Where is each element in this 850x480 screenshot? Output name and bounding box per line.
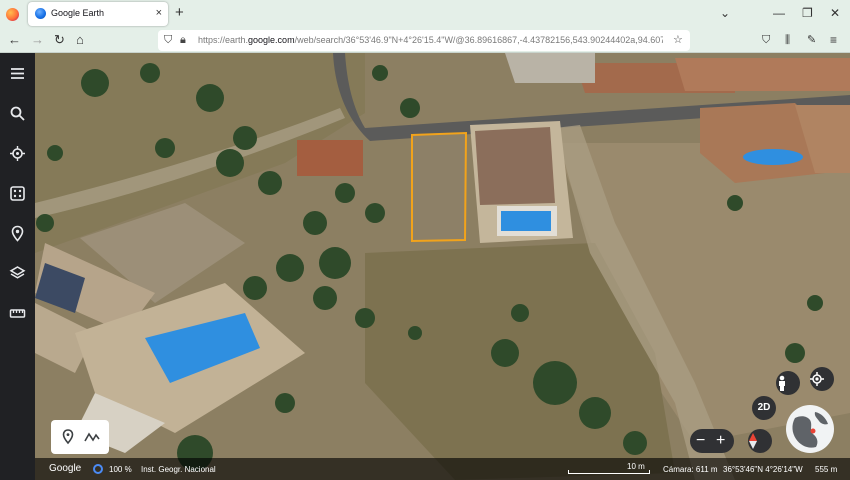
navigation-toolbar: ← → ↻ ⌂ ⛉ 🔒︎ https://earth.google.com/we… (0, 28, 850, 53)
pegman-icon[interactable] (776, 371, 800, 395)
url-text[interactable]: https://earth.google.com/web/search/36°5… (198, 35, 663, 45)
menu-icon[interactable] (9, 65, 26, 82)
my-location-icon[interactable] (810, 367, 834, 391)
tab-close-button[interactable]: × (156, 6, 162, 20)
path-icon[interactable] (84, 431, 100, 443)
bookmark-star-icon[interactable]: ☆ (673, 33, 683, 47)
map-tools-panel (51, 420, 109, 454)
feeling-lucky-icon[interactable] (9, 185, 26, 202)
compass-icon[interactable] (748, 429, 772, 453)
library-icon[interactable]: ⫼ (785, 32, 790, 48)
address-bar[interactable]: ⛉ 🔒︎ https://earth.google.com/web/search… (158, 30, 690, 51)
cursor-coordinates: 36°53'46"N 4°26'14"W (723, 465, 803, 474)
earth-sidebar (0, 53, 35, 480)
app-menu-icon[interactable]: ≡ (830, 32, 837, 48)
ground-altitude: 555 m (815, 465, 838, 474)
close-window-button[interactable]: ✕ (830, 5, 840, 21)
search-icon[interactable] (9, 105, 26, 122)
home-button[interactable]: ⌂ (76, 32, 84, 48)
tab-strip: Google Earth × + ⌄ — ❐ ✕ (0, 0, 850, 28)
google-earth-favicon-icon (35, 8, 46, 19)
tab-google-earth[interactable]: Google Earth × (28, 2, 168, 26)
map-style-icon[interactable] (9, 265, 26, 282)
scale-label: 10 m (627, 462, 645, 471)
extensions-icon[interactable]: ✎ (807, 32, 816, 48)
measure-icon[interactable] (9, 305, 26, 322)
google-logo: Google (49, 463, 82, 474)
status-bar: Google 100 % Inst. Geogr. Nacional 10 m … (35, 458, 850, 480)
satellite-imagery[interactable] (35, 53, 850, 480)
voyager-icon[interactable] (9, 145, 26, 162)
projects-icon[interactable] (9, 225, 26, 242)
back-button[interactable]: ← (8, 32, 21, 48)
list-all-tabs-icon[interactable]: ⌄ (720, 5, 730, 21)
loading-ring-icon (93, 464, 103, 474)
zoom-out-button[interactable]: − (696, 429, 705, 453)
camera-altitude: Cámara: 611 m (663, 465, 718, 474)
tab-title: Google Earth (51, 8, 105, 18)
view-2d-button[interactable]: 2D (752, 396, 776, 420)
lock-icon[interactable]: 🔒︎ (180, 33, 186, 47)
pocket-icon[interactable]: ⛉ (762, 32, 770, 48)
pin-icon[interactable] (61, 429, 75, 445)
zoom-in-button[interactable]: + (716, 429, 725, 453)
zoom-percent: 100 % (109, 465, 132, 474)
restore-button[interactable]: ❐ (802, 5, 813, 21)
satellite-map-view[interactable]: 2D − + Google 100 % Inst. Geogr. Naciona… (35, 53, 850, 480)
minimize-button[interactable]: — (773, 5, 785, 21)
new-tab-button[interactable]: + (175, 5, 184, 21)
firefox-icon[interactable] (6, 8, 19, 21)
globe-icon[interactable] (785, 404, 835, 454)
attribution-link[interactable]: Inst. Geogr. Nacional (141, 465, 216, 474)
reload-button[interactable]: ↻ (54, 32, 65, 48)
zoom-control: − + (690, 429, 734, 453)
forward-button[interactable]: → (31, 32, 44, 48)
shield-icon[interactable]: ⛉ (164, 33, 172, 47)
